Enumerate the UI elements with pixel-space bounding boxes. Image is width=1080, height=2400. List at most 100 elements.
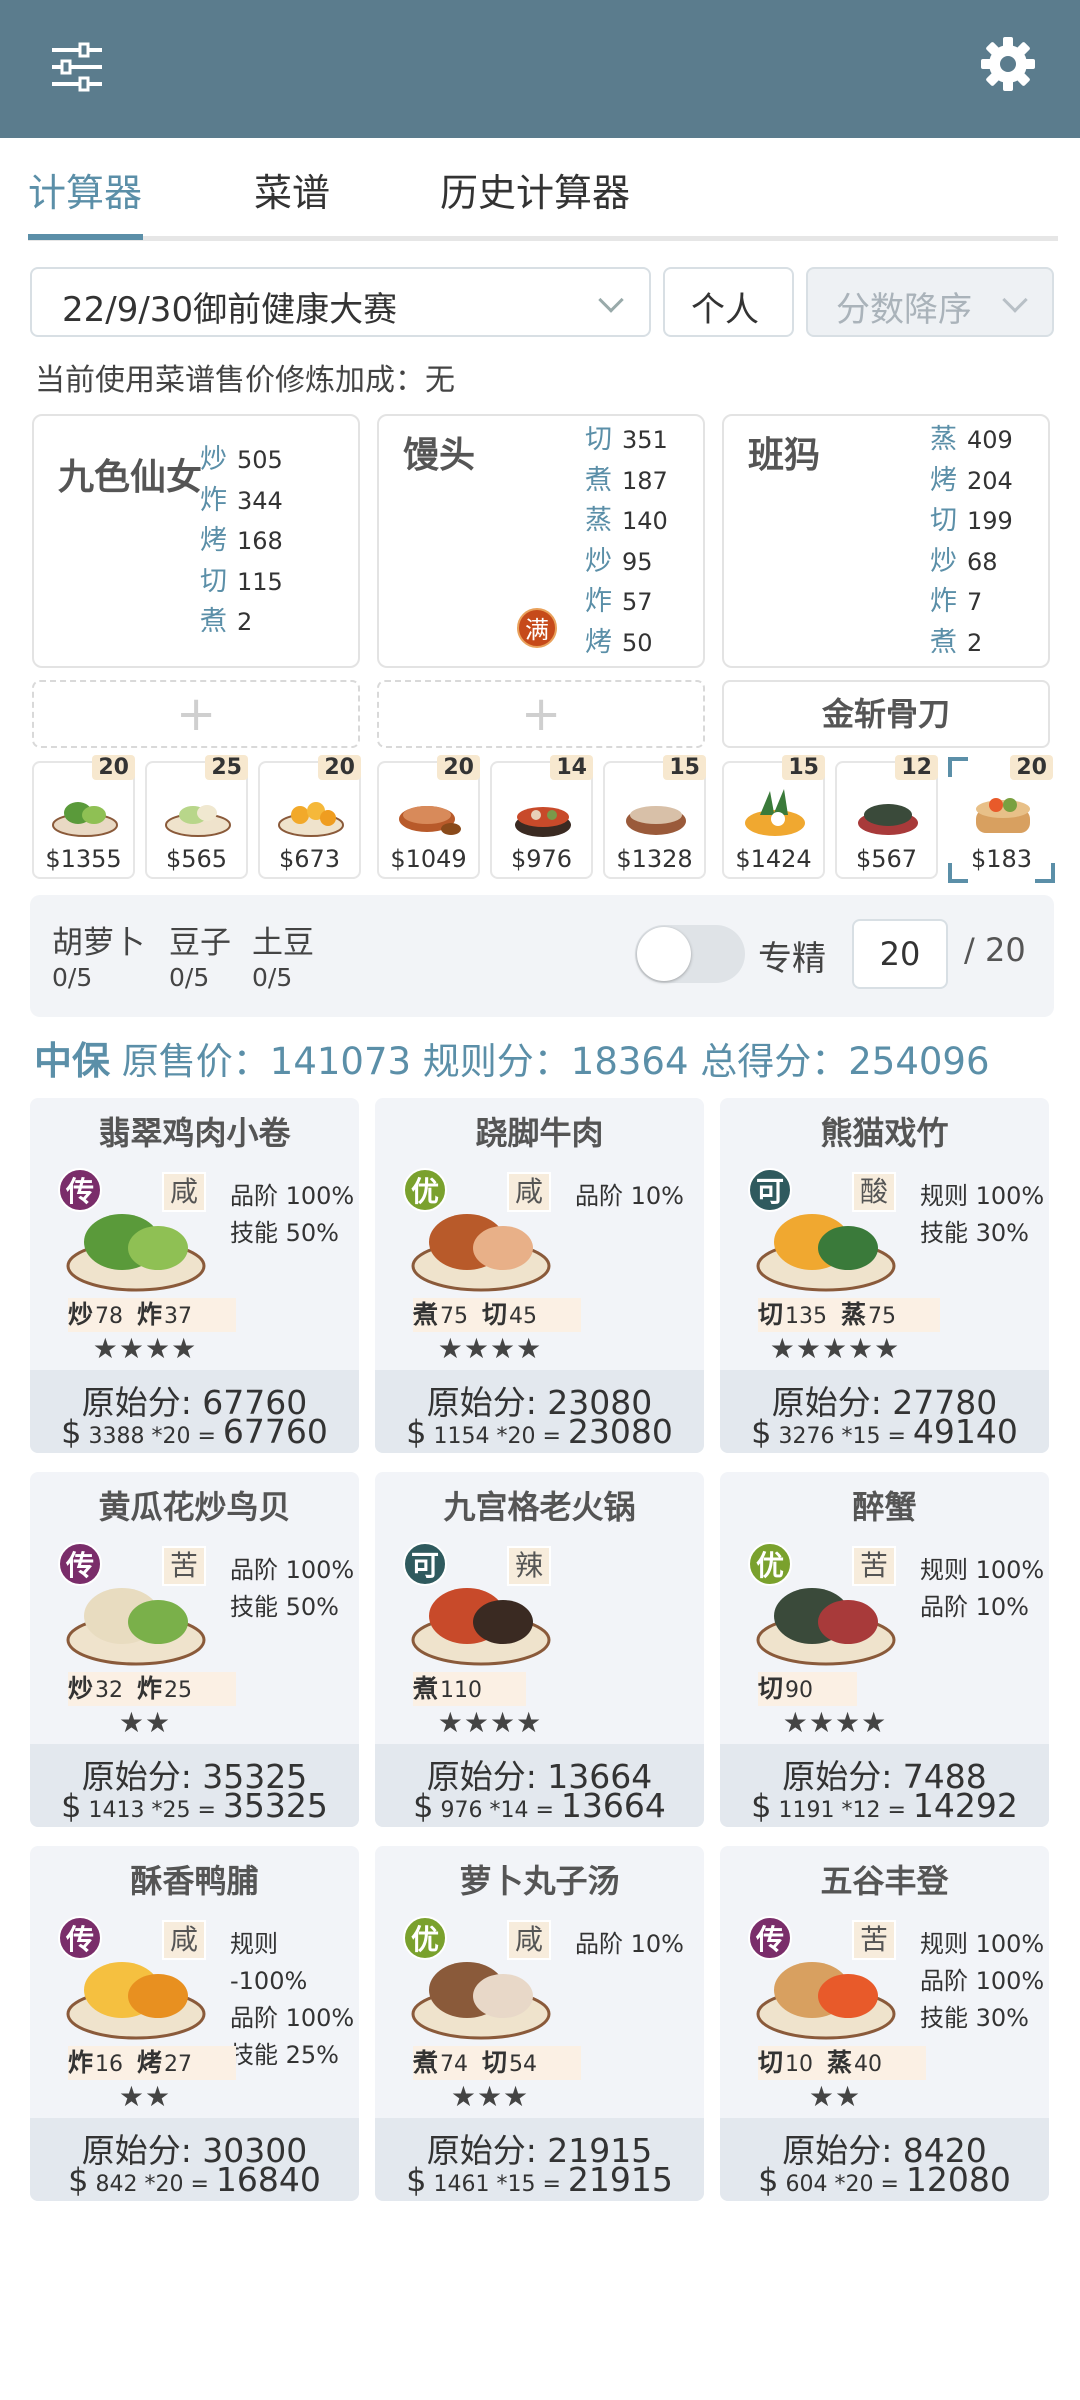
bonus-line: 技能 30% [920, 2004, 1029, 2032]
tab-divider [28, 236, 1058, 241]
recipe-card[interactable]: 五谷丰登传苦规则 100% 品阶 100% 技能 30% 切10 蒸40 ★★ 原始分: 8… [720, 1846, 1049, 2201]
recipe-card[interactable]: 黄瓜花炒鸟贝传苦品阶 100% 技能 50% 炒32 炸25 ★★ 原始分: 35325 $… [30, 1472, 359, 1827]
sort-value: 分数降序 [836, 290, 972, 330]
specialize-toggle[interactable] [635, 925, 745, 983]
tech-value: 27 [164, 2052, 193, 2077]
bonus-line: 品阶 10% [575, 1930, 684, 1958]
tech-value: 45 [509, 1304, 538, 1329]
recipe-bonuses: 品阶 100% 技能 50% [230, 1178, 354, 1252]
sliders-icon[interactable] [50, 40, 104, 94]
skill-value: 351 [622, 426, 668, 454]
flavor-tag: 酸 [852, 1172, 896, 1212]
recipe-card[interactable]: 酥香鸭脯传咸规则 -100% 品阶 100% 技能 25% 炸16 烤27 ★★ 原始分: … [30, 1846, 359, 2201]
sort-select[interactable]: 分数降序 [806, 267, 1054, 337]
bonus-line: 技能 30% [920, 1219, 1029, 1247]
dish-slot[interactable]: 15 $1424 [722, 755, 825, 879]
dish-slot[interactable]: 15 $1328 [603, 755, 706, 879]
unit-price: 3276 [778, 1424, 835, 1449]
equip-slot[interactable]: 金斩骨刀 [722, 680, 1050, 748]
multiplier: *12 [841, 1798, 881, 1823]
dish-slot[interactable]: 25 $565 [145, 755, 248, 879]
chef-card[interactable]: 馒头 切 351 煮 187 蒸 140 炒 95 炸 57 烤 50 满 [377, 414, 705, 668]
star-rating: ★★ [118, 1706, 172, 1739]
tab-history[interactable]: 历史计算器 [440, 162, 630, 217]
recipe-card[interactable]: 醉蟹优苦规则 100% 品阶 10% 切90 ★★★★ 原始分: 7488 $ 1191 … [720, 1472, 1049, 1827]
plus-icon: + [176, 686, 217, 742]
tech-value: 74 [440, 2052, 469, 2077]
dish-slot[interactable]: 14 $976 [490, 755, 593, 879]
score-total: 49140 [912, 1412, 1018, 1451]
tech-value: 90 [785, 1678, 814, 1703]
add-equip-slot[interactable]: + [32, 680, 360, 748]
tab-recipes[interactable]: 菜谱 [254, 162, 330, 217]
skill-value: 505 [237, 446, 283, 474]
dish-price: $976 [510, 845, 573, 873]
tech-type: 炒 [68, 1300, 94, 1329]
dish-image-icon [515, 807, 571, 837]
recipe-name: 五谷丰登 [820, 1862, 949, 1900]
full-badge: 满 [517, 608, 557, 648]
tech-value: 54 [509, 2052, 538, 2077]
mode-button[interactable]: 个人 [663, 267, 794, 337]
unit-price: 1191 [778, 1798, 835, 1823]
recipe-card[interactable]: 熊猫戏竹可酸规则 100% 技能 30% 切135 蒸75 ★★★★★ 原始分: 2778… [720, 1098, 1049, 1453]
tech-value: 78 [95, 1304, 124, 1329]
unit-price: 1413 [88, 1798, 145, 1823]
chevron-down-icon [1002, 287, 1028, 313]
ingredient-count: 0/5 [52, 963, 93, 992]
tech-value: 40 [854, 2052, 883, 2077]
dish-slot[interactable]: 20 $1049 [377, 755, 480, 879]
skill-value: 344 [237, 486, 283, 515]
tab-calculator[interactable]: 计算器 [28, 162, 142, 217]
dish-count: 20 [318, 755, 361, 780]
multiplier: *20 [144, 2172, 184, 2197]
star-rating: ★★★ [450, 2080, 530, 2113]
unit-price: 842 [95, 2172, 138, 2197]
skill-value: 204 [967, 466, 1013, 495]
specialize-input[interactable]: 20 [852, 919, 948, 989]
dish-slot-selected[interactable]: 20 $183 [948, 755, 1055, 883]
recipe-card[interactable]: 翡翠鸡肉小卷传咸品阶 100% 技能 50% 炒78 炸37 ★★★★ 原始分: 6776… [30, 1098, 359, 1453]
multiplier: *15 [496, 2172, 536, 2197]
score-total: 16840 [215, 2160, 321, 2199]
recipe-bonuses: 品阶 10% [575, 1178, 684, 1215]
chevron-down-icon [598, 287, 624, 313]
bonus-line: 技能 50% [230, 1219, 339, 1247]
dollar-icon: $ [758, 2161, 779, 2199]
recipe-name: 醉蟹 [852, 1488, 917, 1526]
grade-badge: 传 [58, 1916, 102, 1960]
recipe-name: 酥香鸭脯 [130, 1862, 259, 1900]
skill-type: 蒸 [930, 424, 957, 455]
skill-type: 煮 [585, 464, 612, 496]
chef-card[interactable]: 班犸 蒸 409 烤 204 切 199 炒 68 炸7 煮2 [722, 414, 1050, 668]
recipe-card[interactable]: 九宫格老火锅可辣煮110 ★★★★ 原始分: 13664 $ 976 *14 = 13… [375, 1472, 704, 1827]
score-calc: $ 1154 *20 = 23080 [406, 1412, 673, 1451]
dish-slot[interactable]: 12 $567 [835, 755, 938, 879]
contest-select[interactable]: 22/9/30御前健康大赛 [30, 267, 651, 337]
unit-price: 1461 [433, 2172, 490, 2197]
tech-type: 煮 [413, 1674, 439, 1703]
star-rating: ★★★★★ [769, 1332, 901, 1365]
recipe-bonuses: 品阶 10% [575, 1926, 684, 1963]
chef-card[interactable]: 九色仙女 炒 505 炸 344 烤 168 切 115 煮2 [32, 414, 360, 668]
tech-type: 煮 [413, 1300, 439, 1329]
recipe-bonuses: 规则 100% 技能 30% [920, 1178, 1044, 1252]
bonus-line: 规则 100% [920, 1556, 1045, 1584]
gear-icon[interactable] [978, 34, 1038, 94]
tech-type: 蒸 [841, 1300, 867, 1329]
star-rating: ★★ [808, 2080, 862, 2113]
recipe-techs: 切135 蒸75 [758, 1298, 941, 1332]
dollar-icon: $ [61, 1413, 82, 1451]
multiplier: *14 [489, 1798, 529, 1823]
add-equip-slot[interactable]: + [377, 680, 705, 748]
recipe-card[interactable]: 萝卜丸子汤优咸品阶 10% 煮74 切54 ★★★ 原始分: 21915 $ 1461 *… [375, 1846, 704, 2201]
dollar-icon: $ [68, 2161, 89, 2199]
recipe-card[interactable]: 跷脚牛肉优咸品阶 10% 煮75 切45 ★★★★ 原始分: 23080 $ 1154 *… [375, 1098, 704, 1453]
dish-slot[interactable]: 20 $673 [258, 755, 361, 879]
skill-value: 187 [622, 466, 668, 495]
score-total: 12080 [905, 2160, 1011, 2199]
dish-slot[interactable]: 20 $1355 [32, 755, 135, 879]
bonus-line: 品阶 10% [575, 1182, 684, 1210]
recipe-name: 熊猫戏竹 [820, 1114, 949, 1152]
dish-image-icon [626, 806, 686, 835]
